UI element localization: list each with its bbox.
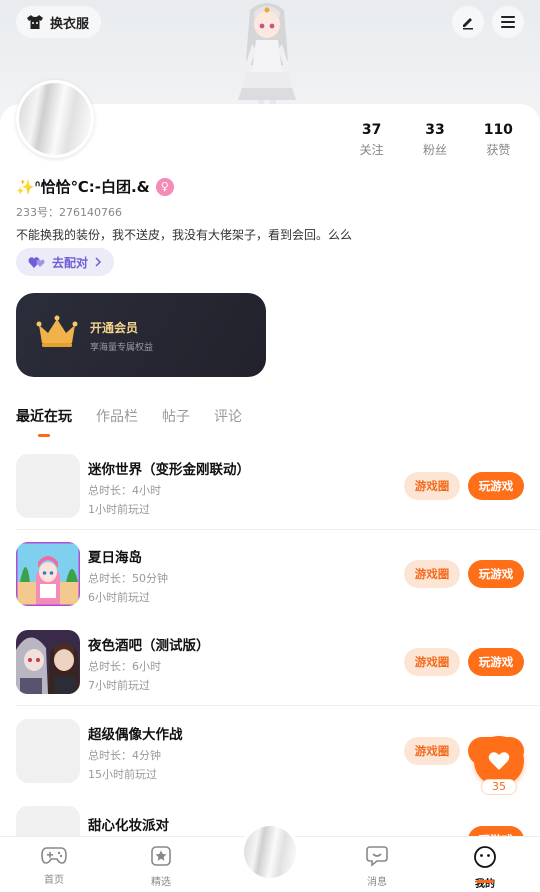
game-circle-button[interactable]: 游戏圈: [404, 560, 460, 588]
tab-active-indicator: [38, 434, 50, 437]
wardrobe-button[interactable]: 换衣服: [16, 6, 102, 38]
nav-center-avatar[interactable]: [244, 826, 296, 878]
tab-posts[interactable]: 帖子: [162, 406, 190, 426]
divider: [16, 529, 540, 530]
game-duration: 总时长：4分钟: [88, 749, 161, 762]
like-count: 35: [481, 779, 517, 795]
vip-banner[interactable]: 开通会员 享海量专属权益: [16, 293, 266, 377]
stat-label: 获赞: [486, 143, 511, 157]
game-name: 超级偶像大作战: [88, 727, 183, 743]
game-duration: 总时长：6小时: [88, 660, 161, 673]
profile-stats: 37 关注 33 粉丝 110 获赞: [340, 122, 530, 158]
tab-recently-played[interactable]: 最近在玩: [16, 406, 72, 426]
avatar-image: [19, 83, 91, 155]
stat-value: 110: [483, 122, 513, 138]
game-name: 夏日海岛: [88, 550, 142, 566]
avatar[interactable]: [16, 80, 94, 158]
nav-item-messages[interactable]: 消息: [347, 845, 407, 888]
game-thumbnail: [16, 454, 80, 518]
chevron-right-icon: [95, 257, 102, 267]
play-game-button[interactable]: 玩游戏: [468, 560, 524, 588]
game-last-played: 1小时前玩过: [88, 503, 150, 516]
stat-value: 33: [425, 122, 445, 138]
game-thumbnail: [16, 806, 80, 836]
game-last-played: 15小时前玩过: [88, 768, 157, 781]
nav-label: 精选: [151, 877, 171, 888]
edit-icon: [463, 18, 473, 30]
match-button[interactable]: 去配对: [16, 248, 114, 276]
game-thumbnail: [16, 719, 80, 783]
shirt-icon: [27, 15, 43, 29]
avatar-character-figure[interactable]: [222, 0, 312, 110]
game-name: 夜色酒吧（测试版）: [88, 638, 210, 654]
avatar-image: [244, 826, 296, 878]
play-game-button[interactable]: 玩游戏: [468, 826, 524, 836]
gender-female-icon: ♀: [155, 177, 174, 196]
game-thumbnail: [16, 542, 80, 606]
nav-item-home[interactable]: 首页: [24, 845, 84, 886]
bio: 不能换我的装份，我不送皮，我没有大佬架子，看到会回。么么: [16, 228, 353, 242]
tab-works[interactable]: 作品栏: [96, 406, 138, 426]
tab-comments[interactable]: 评论: [214, 406, 242, 426]
summer-island-thumbnail: [16, 542, 80, 606]
edit-profile-button[interactable]: [452, 6, 484, 38]
stat-likes[interactable]: 110 获赞: [467, 122, 530, 158]
nickname: ✨ᐢ恰恰℃:-白团.&: [16, 178, 150, 196]
game-circle-button[interactable]: 游戏圈: [404, 737, 460, 765]
nav-item-featured[interactable]: 精选: [131, 845, 191, 888]
play-game-button[interactable]: 玩游戏: [468, 648, 524, 676]
stat-label: 关注: [359, 143, 384, 157]
heart-icon: [488, 752, 510, 770]
user-id: 233号：276140766: [16, 206, 122, 219]
play-game-button[interactable]: 玩游戏: [468, 472, 524, 500]
game-name: 甜心化妆派对: [88, 818, 169, 834]
menu-icon: [501, 16, 515, 28]
match-label: 去配对: [52, 255, 89, 270]
hearts-icon: [28, 257, 45, 268]
smile-icon: [474, 846, 496, 868]
divider: [16, 705, 540, 706]
nav-item-me[interactable]: 我的: [455, 845, 515, 890]
vip-subtitle: 享海量专属权益: [90, 343, 154, 353]
stat-followers[interactable]: 33 粉丝: [403, 122, 466, 158]
menu-button[interactable]: [492, 6, 524, 38]
game-last-played: 6小时前玩过: [88, 591, 150, 604]
nav-label: 消息: [367, 877, 387, 888]
game-list-item[interactable]: 超级偶像大作战 总时长：4分钟 15小时前玩过 游戏圈 玩游戏: [16, 719, 526, 807]
game-list-item[interactable]: 夏日海岛 总时长：50分钟 6小时前玩过 游戏圈 玩游戏: [16, 542, 526, 630]
game-duration: 总时长：50分钟: [88, 572, 168, 585]
vip-title: 开通会员: [90, 321, 139, 335]
stat-following[interactable]: 37 关注: [340, 122, 403, 158]
game-thumbnail: [16, 630, 80, 694]
star-icon: [151, 846, 171, 866]
game-duration: 总时长：4小时: [88, 484, 161, 497]
nav-active-indicator: [476, 880, 494, 883]
game-circle-button[interactable]: 游戏圈: [404, 648, 460, 676]
chat-icon: [366, 846, 388, 867]
content-tabs: 最近在玩 作品栏 帖子 评论: [16, 406, 242, 426]
stat-value: 37: [361, 122, 382, 138]
nav-label: 首页: [44, 875, 64, 886]
wardrobe-label: 换衣服: [50, 16, 90, 32]
game-last-played: 7小时前玩过: [88, 679, 150, 692]
nickname-row: ✨ᐢ恰恰℃:-白团.& ♀: [16, 176, 174, 197]
stat-label: 粉丝: [422, 143, 447, 157]
game-circle-button[interactable]: 游戏圈: [404, 472, 460, 500]
night-bar-thumbnail: [16, 630, 80, 694]
gamepad-icon: [41, 847, 67, 864]
crown-icon: [36, 315, 78, 347]
game-name: 迷你世界（变形金刚联动）: [88, 462, 250, 478]
